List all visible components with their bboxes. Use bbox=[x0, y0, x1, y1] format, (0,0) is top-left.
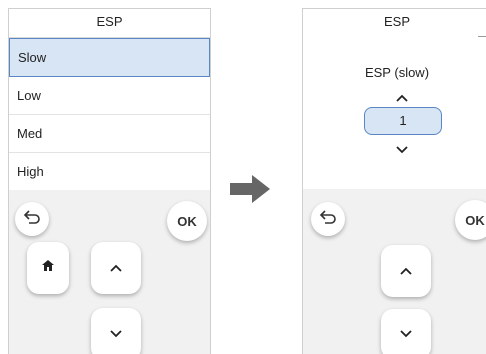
list-item-slow[interactable]: Slow bbox=[9, 38, 210, 77]
home-icon bbox=[41, 259, 55, 277]
screen-title: ESP bbox=[9, 9, 210, 38]
keypad: OK bbox=[303, 189, 486, 354]
chevron-up-icon bbox=[400, 262, 412, 280]
back-button[interactable] bbox=[311, 202, 345, 236]
chevron-down-icon bbox=[110, 325, 122, 343]
keypad: OK bbox=[9, 190, 210, 354]
chevron-down-icon bbox=[400, 325, 412, 343]
up-button[interactable] bbox=[381, 245, 431, 297]
list-item-high[interactable]: High bbox=[9, 153, 210, 191]
screen-title: ESP bbox=[383, 14, 410, 29]
undo-arrow-icon bbox=[319, 209, 337, 229]
chevron-up-icon bbox=[110, 259, 122, 277]
divider bbox=[478, 36, 486, 37]
list-item-med[interactable]: Med bbox=[9, 115, 210, 153]
left-screen: ESP Slow Low Med High OK bbox=[8, 8, 211, 354]
down-button[interactable] bbox=[91, 308, 141, 354]
chevron-up-icon bbox=[396, 89, 408, 106]
chevron-down-icon bbox=[396, 141, 408, 158]
down-button[interactable] bbox=[381, 309, 431, 354]
ok-button[interactable]: OK bbox=[455, 200, 486, 240]
right-arrow-icon bbox=[228, 171, 272, 212]
value-down-button[interactable] bbox=[396, 141, 408, 159]
setting-label: ESP (slow) bbox=[364, 65, 430, 80]
up-button[interactable] bbox=[91, 242, 141, 294]
list-item-low[interactable]: Low bbox=[9, 77, 210, 115]
home-button[interactable] bbox=[27, 242, 69, 294]
right-screen: ESP ESP (slow) 1 OK bbox=[302, 8, 486, 354]
undo-arrow-icon bbox=[23, 209, 41, 229]
value-up-button[interactable] bbox=[396, 89, 408, 107]
back-button[interactable] bbox=[15, 202, 49, 236]
ok-button[interactable]: OK bbox=[167, 201, 207, 241]
value-field[interactable]: 1 bbox=[364, 107, 442, 135]
